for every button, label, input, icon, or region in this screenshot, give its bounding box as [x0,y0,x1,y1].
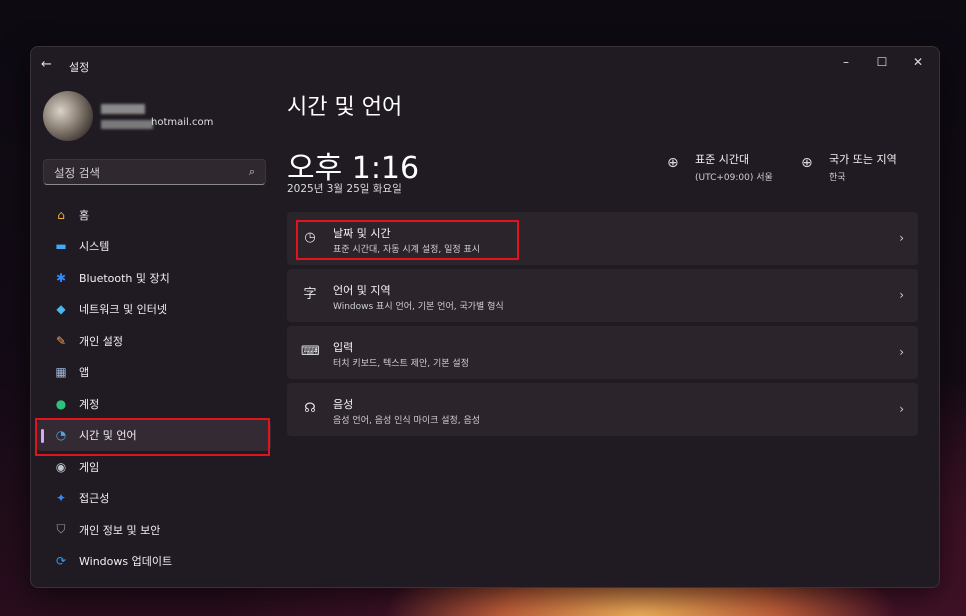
search-icon: ⌕ [248,165,255,178]
card-title: 음성 [333,398,354,411]
page-title: 시간 및 언어 [287,95,403,120]
user-name-redacted [101,104,145,114]
back-arrow-icon[interactable]: ← [41,57,57,73]
window-title: 설정 [69,61,90,74]
current-date: 2025년 3월 25일 화요일 [287,183,402,195]
sidebar-item-label: 접근성 [79,492,110,506]
sidebar-item-apps[interactable]: ▦ 앱 [37,357,271,389]
sidebar-nav: ⌂ 홈 ▬ 시스템 ✱ Bluetooth 및 장치 ◆ 네트워크 및 인터넷 ✎ 개인 설정 ▦ 앱… [37,199,271,577]
card-subtitle: Windows 표시 언어, 기본 언어, 국가별 형식 [333,302,504,312]
date-time-highlight [296,220,519,260]
time-language-highlight [35,418,270,456]
chevron-right-icon: › [899,345,904,359]
region-value: 한국 [829,173,846,183]
language-icon: 字 [303,287,317,302]
sidebar-item-wifi[interactable]: ◆ 네트워크 및 인터넷 [37,294,271,326]
sidebar-item-label: 게임 [79,460,100,474]
sidebar-item-label: Bluetooth 및 장치 [79,271,170,285]
user-email-redacted [101,120,153,129]
chevron-right-icon: › [899,288,904,302]
sidebar-item-account[interactable]: ● 계정 [37,388,271,420]
timezone-title: 표준 시간대 [695,153,750,166]
globe-icon: ⊕ [801,155,813,171]
gaming-icon: ◉ [55,459,67,474]
wifi-icon: ◆ [56,302,66,317]
search-input[interactable]: 설정 검색 ⌕ [43,159,266,185]
brush-icon: ✎ [55,333,67,348]
sidebar-item-brush[interactable]: ✎ 개인 설정 [37,325,271,357]
main-content: 시간 및 언어 오후 1:16 2025년 3월 25일 화요일 ⊕ 표준 시간… [287,47,939,587]
region-info: ⊕ 국가 또는 지역 한국 [801,151,897,183]
user-email: hotmail.com [151,117,214,128]
card-title: 언어 및 지역 [333,284,391,297]
sidebar-item-accessibility[interactable]: ✦ 접근성 [37,483,271,515]
bluetooth-icon: ✱ [55,270,67,285]
sidebar-item-label: 개인 정보 및 보안 [79,523,161,537]
sidebar-item-label: 계정 [79,397,100,411]
region-title: 국가 또는 지역 [829,153,897,166]
sidebar-item-shield[interactable]: ⛉ 개인 정보 및 보안 [37,514,271,546]
card-speech[interactable]: ☊ 음성음성 언어, 음성 인식 마이크 설정, 음성 › [287,383,918,436]
home-icon: ⌂ [57,207,65,222]
accessibility-icon: ✦ [55,491,67,506]
globe-clock-icon: ⊕ [667,155,679,171]
sidebar-item-label: 네트워크 및 인터넷 [79,303,167,317]
card-title: 입력 [333,341,354,354]
sidebar-item-update[interactable]: ⟳ Windows 업데이트 [37,546,271,578]
card-keyboard[interactable]: ⌨ 입력터치 키보드, 텍스트 제안, 기본 설정 › [287,326,918,379]
sidebar-item-label: 시스템 [79,240,110,254]
sidebar-item-label: 앱 [79,366,90,380]
apps-icon: ▦ [55,365,67,380]
sidebar-item-system[interactable]: ▬ 시스템 [37,231,271,263]
sidebar-item-label: 개인 설정 [79,334,123,348]
sidebar-item-label: Windows 업데이트 [79,555,173,569]
avatar[interactable] [43,91,93,141]
sidebar-item-home[interactable]: ⌂ 홈 [37,199,271,231]
keyboard-icon: ⌨ [301,344,320,359]
chevron-right-icon: › [899,402,904,416]
shield-icon: ⛉ [56,522,66,537]
search-placeholder: 설정 검색 [54,166,100,180]
sidebar-item-label: 홈 [79,208,90,222]
timezone-value: (UTC+09:00) 서울 [695,173,773,183]
system-icon: ▬ [55,239,67,254]
settings-window: ← 설정 – ☐ ✕ hotmail.com 설정 검색 ⌕ ⌂ 홈 ▬ 시스템 ✱ Bl… [30,46,940,588]
timezone-info: ⊕ 표준 시간대 (UTC+09:00) 서울 [667,151,773,183]
card-language[interactable]: 字 언어 및 지역 Windows 표시 언어, 기본 언어, 국가별 형식 › [287,269,918,322]
account-icon: ● [55,396,67,411]
card-subtitle: 터치 키보드, 텍스트 제안, 기본 설정 [333,359,469,369]
sidebar-item-bluetooth[interactable]: ✱ Bluetooth 및 장치 [37,262,271,294]
update-icon: ⟳ [55,554,67,569]
card-subtitle: 음성 언어, 음성 인식 마이크 설정, 음성 [333,416,481,426]
speech-icon: ☊ [304,401,316,416]
chevron-right-icon: › [899,231,904,245]
